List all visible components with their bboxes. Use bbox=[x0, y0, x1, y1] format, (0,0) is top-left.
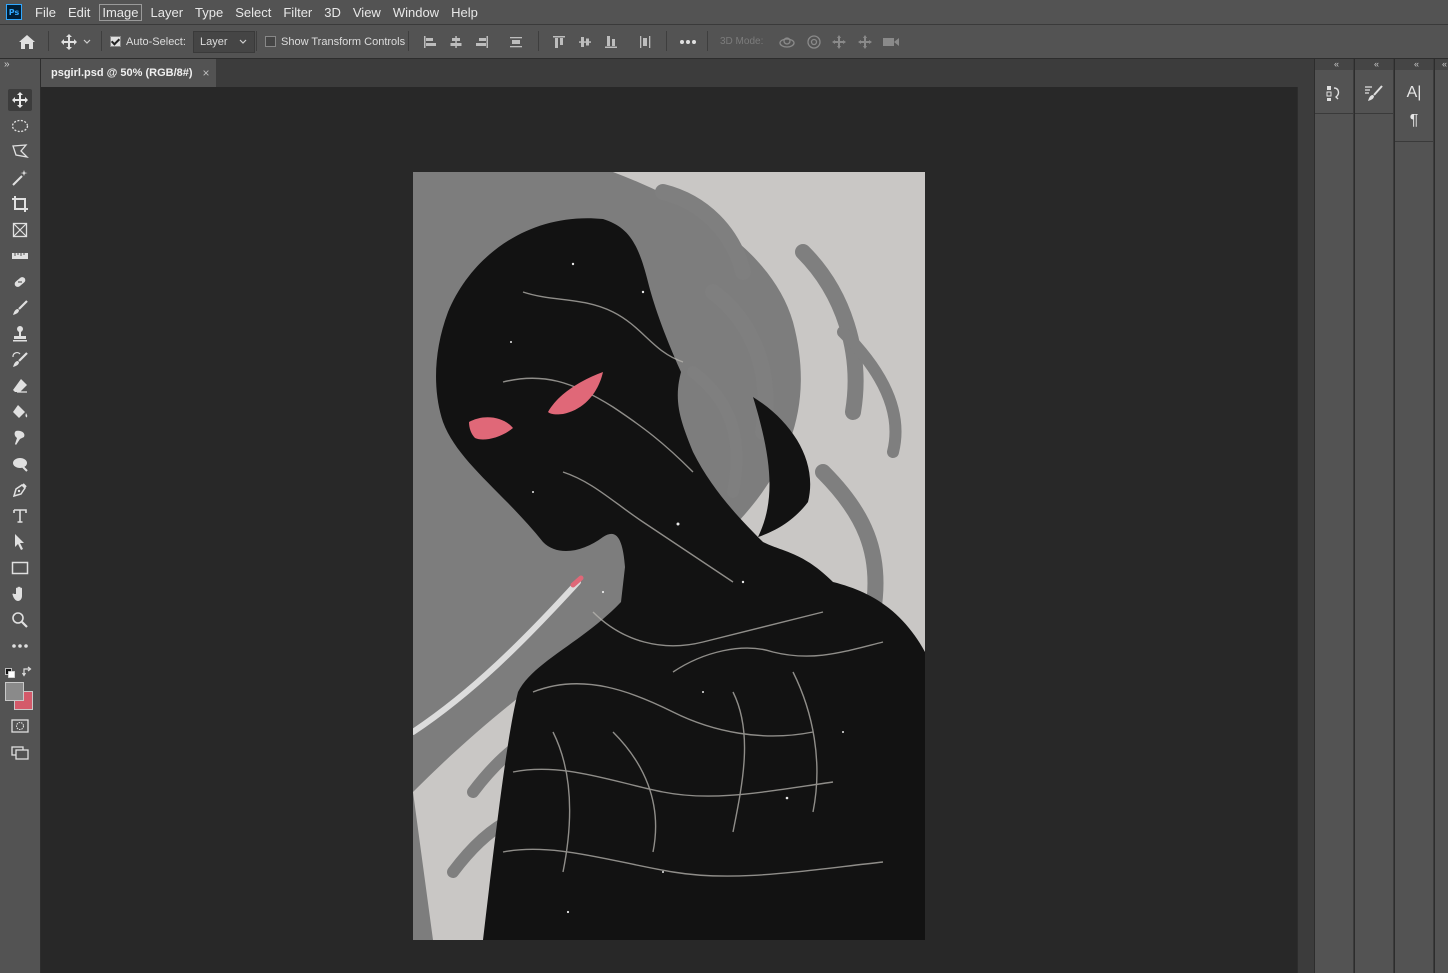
document-tab-bar: psgirl.psd @ 50% (RGB/8#) × bbox=[41, 59, 1314, 87]
document-tab-title: psgirl.psd @ 50% (RGB/8#) bbox=[51, 67, 193, 79]
clone-stamp-icon[interactable] bbox=[8, 323, 32, 345]
align-vertical-center-icon[interactable] bbox=[578, 25, 592, 58]
3d-slide-icon[interactable] bbox=[857, 25, 873, 58]
dodge-icon[interactable] bbox=[8, 453, 32, 475]
panel-dock: « « « A| ¶ « bbox=[1314, 59, 1448, 973]
quick-mask-icon[interactable] bbox=[8, 715, 32, 737]
magic-wand-icon[interactable] bbox=[8, 167, 32, 189]
more-options-icon[interactable] bbox=[679, 25, 697, 58]
menu-file[interactable]: File bbox=[32, 4, 59, 21]
menu-select[interactable]: Select bbox=[232, 4, 274, 21]
align-left-icon[interactable] bbox=[423, 25, 437, 58]
menu-image[interactable]: Image bbox=[99, 3, 142, 21]
options-bar: Auto-Select: Layer Show Transform Contro… bbox=[0, 25, 1448, 59]
3d-roll-icon[interactable] bbox=[806, 25, 822, 58]
character-icon[interactable]: A| bbox=[1404, 83, 1424, 103]
polygon-lasso-icon[interactable] bbox=[8, 141, 32, 163]
brush-icon[interactable] bbox=[8, 297, 32, 319]
collapse-panels-icon[interactable]: « bbox=[1315, 59, 1353, 70]
distribute-vertical-icon[interactable] bbox=[509, 25, 523, 58]
more-tools-icon[interactable] bbox=[8, 635, 32, 657]
frame-icon[interactable] bbox=[8, 219, 32, 241]
chevron-down-icon bbox=[239, 39, 246, 44]
menu-edit[interactable]: Edit bbox=[65, 4, 93, 21]
collapse-tools-icon[interactable]: » bbox=[4, 59, 10, 70]
artwork-canvas[interactable] bbox=[413, 172, 925, 940]
history-brush-icon[interactable] bbox=[8, 349, 32, 371]
menu-bar: Ps File Edit Image Layer Type Select Fil… bbox=[0, 0, 1448, 25]
ellipse-marquee-icon[interactable] bbox=[8, 115, 32, 137]
menu-3d[interactable]: 3D bbox=[321, 4, 344, 21]
auto-select-label: Auto-Select: bbox=[126, 35, 186, 48]
move-icon[interactable] bbox=[8, 89, 32, 111]
hand-icon[interactable] bbox=[8, 583, 32, 605]
zoom-icon[interactable] bbox=[8, 609, 32, 631]
dock-column-history: « bbox=[1314, 59, 1353, 973]
pen-icon[interactable] bbox=[8, 479, 32, 501]
show-transform-label: Show Transform Controls bbox=[281, 35, 406, 48]
smudge-icon[interactable] bbox=[8, 427, 32, 449]
menu-window[interactable]: Window bbox=[390, 4, 442, 21]
dock-column-character: « A| ¶ bbox=[1394, 59, 1433, 973]
paragraph-icon[interactable]: ¶ bbox=[1404, 111, 1424, 131]
path-select-icon[interactable] bbox=[8, 531, 32, 553]
align-right-icon[interactable] bbox=[475, 25, 489, 58]
dock-column-extra: « bbox=[1434, 59, 1448, 973]
eraser-icon[interactable] bbox=[8, 375, 32, 397]
menu-view[interactable]: View bbox=[350, 4, 384, 21]
ruler-icon[interactable] bbox=[8, 245, 32, 267]
menu-type[interactable]: Type bbox=[192, 4, 226, 21]
crop-icon[interactable] bbox=[8, 193, 32, 215]
brush-settings-icon[interactable] bbox=[1364, 83, 1384, 103]
screen-mode-icon[interactable] bbox=[8, 742, 32, 764]
3d-orbit-icon[interactable] bbox=[778, 25, 796, 58]
canvas-workspace[interactable] bbox=[41, 87, 1297, 973]
auto-select-checkbox[interactable] bbox=[110, 36, 121, 47]
document-tab[interactable]: psgirl.psd @ 50% (RGB/8#) × bbox=[41, 59, 216, 87]
move-tool-preset-icon[interactable] bbox=[60, 25, 92, 58]
foreground-color-swatch[interactable] bbox=[5, 682, 24, 701]
type-icon[interactable] bbox=[8, 505, 32, 527]
history-icon[interactable] bbox=[1324, 83, 1344, 103]
align-bottom-icon[interactable] bbox=[604, 25, 618, 58]
home-icon[interactable] bbox=[18, 25, 36, 58]
vertical-scrollbar[interactable] bbox=[1297, 87, 1315, 973]
menu-layer[interactable]: Layer bbox=[148, 4, 187, 21]
show-transform-checkbox[interactable] bbox=[265, 36, 276, 47]
chevron-down-icon bbox=[83, 39, 91, 44]
menu-filter[interactable]: Filter bbox=[280, 4, 315, 21]
photoshop-logo-icon[interactable]: Ps bbox=[6, 4, 22, 20]
3d-mode-label: 3D Mode: bbox=[720, 36, 764, 47]
close-icon[interactable]: × bbox=[203, 66, 210, 80]
paint-bucket-icon[interactable] bbox=[8, 401, 32, 423]
collapse-panels-icon[interactable]: « bbox=[1435, 59, 1448, 70]
align-top-icon[interactable] bbox=[552, 25, 566, 58]
collapse-panels-icon[interactable]: « bbox=[1355, 59, 1393, 70]
swap-colors-icon[interactable] bbox=[21, 664, 33, 682]
auto-select-target-value: Layer bbox=[200, 35, 228, 48]
tools-panel: » bbox=[0, 59, 41, 973]
3d-camera-icon[interactable] bbox=[882, 25, 900, 58]
distribute-horizontal-icon[interactable] bbox=[638, 25, 652, 58]
dock-column-brush: « bbox=[1354, 59, 1393, 973]
menu-help[interactable]: Help bbox=[448, 4, 481, 21]
healing-brush-icon[interactable] bbox=[8, 271, 32, 293]
3d-pan-icon[interactable] bbox=[831, 25, 847, 58]
default-colors-icon[interactable] bbox=[5, 665, 15, 683]
auto-select-target-dropdown[interactable]: Layer bbox=[193, 30, 255, 53]
collapse-panels-icon[interactable]: « bbox=[1395, 59, 1433, 70]
align-horizontal-center-icon[interactable] bbox=[449, 25, 463, 58]
rectangle-icon[interactable] bbox=[8, 557, 32, 579]
